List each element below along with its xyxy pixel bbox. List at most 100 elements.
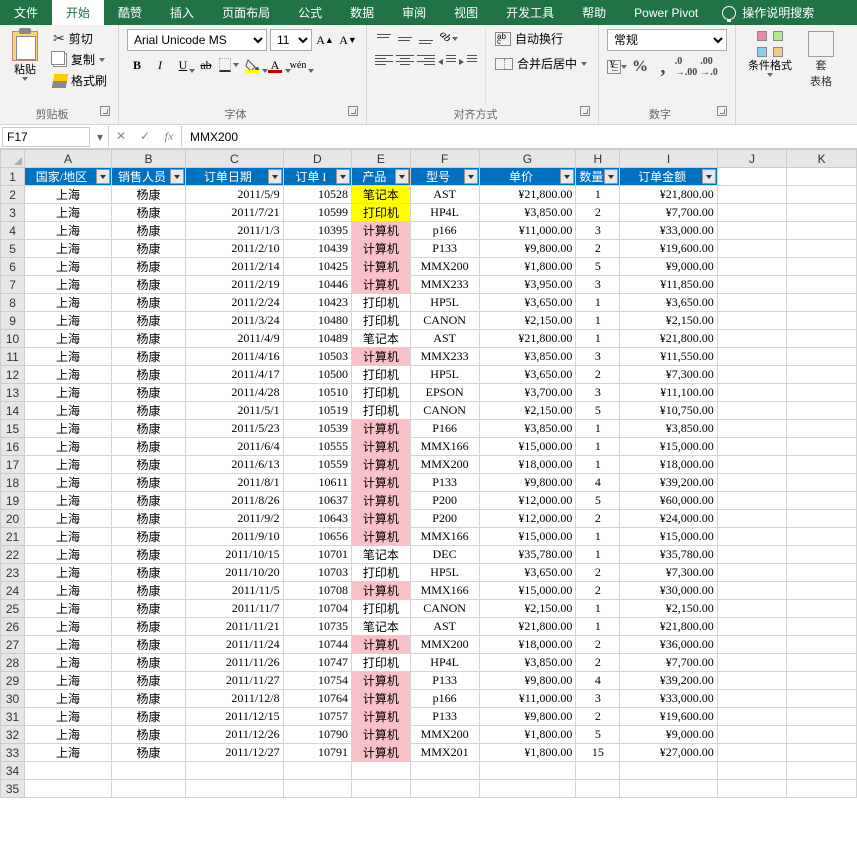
- cell[interactable]: 1: [576, 330, 620, 348]
- cell[interactable]: AST: [410, 330, 479, 348]
- cell[interactable]: 上海: [25, 654, 112, 672]
- row-header-10[interactable]: 10: [1, 330, 25, 348]
- cell[interactable]: ¥33,000.00: [620, 690, 717, 708]
- cell[interactable]: [352, 780, 411, 798]
- cell[interactable]: 10519: [283, 402, 351, 420]
- cell[interactable]: ¥21,800.00: [620, 186, 717, 204]
- cell[interactable]: 计算机: [352, 528, 411, 546]
- cell[interactable]: 2011/7/21: [186, 204, 283, 222]
- cut-button[interactable]: 剪切: [50, 29, 110, 48]
- cell[interactable]: 杨康: [111, 474, 185, 492]
- cell[interactable]: 2: [576, 708, 620, 726]
- align-bottom-button[interactable]: [417, 32, 435, 46]
- cell[interactable]: ¥2,150.00: [479, 600, 576, 618]
- cell[interactable]: 2011/5/1: [186, 402, 283, 420]
- cell[interactable]: ¥3,700.00: [479, 384, 576, 402]
- cell[interactable]: 杨康: [111, 618, 185, 636]
- font-color-button[interactable]: A: [265, 55, 285, 75]
- cell[interactable]: 10754: [283, 672, 351, 690]
- cell[interactable]: 3: [576, 690, 620, 708]
- cell[interactable]: 杨康: [111, 366, 185, 384]
- row-header-28[interactable]: 28: [1, 654, 25, 672]
- cell[interactable]: [410, 780, 479, 798]
- cell[interactable]: MMX200: [410, 258, 479, 276]
- cell[interactable]: 1: [576, 456, 620, 474]
- cell[interactable]: [717, 582, 786, 600]
- cell[interactable]: 10747: [283, 654, 351, 672]
- cell[interactable]: [787, 564, 857, 582]
- cell[interactable]: [717, 708, 786, 726]
- cell[interactable]: 10656: [283, 528, 351, 546]
- col-header-J[interactable]: J: [717, 150, 786, 168]
- row-header-7[interactable]: 7: [1, 276, 25, 294]
- col-header-A[interactable]: A: [25, 150, 112, 168]
- cell[interactable]: ¥24,000.00: [620, 510, 717, 528]
- cell[interactable]: 杨康: [111, 510, 185, 528]
- cell[interactable]: 上海: [25, 528, 112, 546]
- cell[interactable]: MMX166: [410, 582, 479, 600]
- cell[interactable]: MMX200: [410, 726, 479, 744]
- cell[interactable]: CANON: [410, 312, 479, 330]
- cell[interactable]: ¥3,650.00: [479, 564, 576, 582]
- tab-insert[interactable]: 插入: [156, 0, 208, 25]
- row-header-27[interactable]: 27: [1, 636, 25, 654]
- cell[interactable]: 2011/5/9: [186, 186, 283, 204]
- cell[interactable]: 计算机: [352, 582, 411, 600]
- cell[interactable]: ¥39,200.00: [620, 672, 717, 690]
- cell[interactable]: 上海: [25, 636, 112, 654]
- row-header-33[interactable]: 33: [1, 744, 25, 762]
- cell[interactable]: 5: [576, 726, 620, 744]
- cell[interactable]: [787, 222, 857, 240]
- cell[interactable]: 笔记本: [352, 618, 411, 636]
- cell[interactable]: 杨康: [111, 492, 185, 510]
- cell[interactable]: 杨康: [111, 330, 185, 348]
- cell[interactable]: 杨康: [111, 402, 185, 420]
- font-name-select[interactable]: Arial Unicode MS: [127, 29, 267, 51]
- cell[interactable]: ¥10,750.00: [620, 402, 717, 420]
- cell[interactable]: [787, 510, 857, 528]
- cell[interactable]: 杨康: [111, 276, 185, 294]
- col-header-G[interactable]: G: [479, 150, 576, 168]
- cell[interactable]: ¥9,800.00: [479, 240, 576, 258]
- underline-button[interactable]: U: [173, 55, 193, 75]
- cell[interactable]: [479, 780, 576, 798]
- row-header-17[interactable]: 17: [1, 456, 25, 474]
- tab-pagelayout[interactable]: 页面布局: [208, 0, 284, 25]
- cell[interactable]: ¥7,700.00: [620, 204, 717, 222]
- cell[interactable]: [186, 762, 283, 780]
- cell[interactable]: 上海: [25, 312, 112, 330]
- decrease-decimal-button[interactable]: .00→.0: [699, 57, 719, 77]
- row-header-18[interactable]: 18: [1, 474, 25, 492]
- cell[interactable]: [787, 240, 857, 258]
- cell[interactable]: 1: [576, 294, 620, 312]
- row-header-35[interactable]: 35: [1, 780, 25, 798]
- cell[interactable]: [717, 780, 786, 798]
- cell[interactable]: ¥9,800.00: [479, 474, 576, 492]
- cell[interactable]: ¥21,800.00: [479, 330, 576, 348]
- cell[interactable]: 杨康: [111, 222, 185, 240]
- cell[interactable]: 2011/8/1: [186, 474, 283, 492]
- cell[interactable]: [787, 294, 857, 312]
- cell[interactable]: 5: [576, 492, 620, 510]
- cell[interactable]: 2011/2/14: [186, 258, 283, 276]
- cell[interactable]: 10599: [283, 204, 351, 222]
- filter-button[interactable]: [604, 169, 618, 184]
- cell[interactable]: [717, 348, 786, 366]
- row-header-30[interactable]: 30: [1, 690, 25, 708]
- cell[interactable]: CANON: [410, 402, 479, 420]
- tab-file[interactable]: 文件: [0, 0, 52, 25]
- cell[interactable]: [787, 546, 857, 564]
- cell[interactable]: 计算机: [352, 258, 411, 276]
- cell[interactable]: 10439: [283, 240, 351, 258]
- cell[interactable]: 10708: [283, 582, 351, 600]
- cell[interactable]: [787, 528, 857, 546]
- row-header-12[interactable]: 12: [1, 366, 25, 384]
- cell[interactable]: [787, 780, 857, 798]
- cell[interactable]: 2011/11/5: [186, 582, 283, 600]
- cell[interactable]: ¥30,000.00: [620, 582, 717, 600]
- cell[interactable]: [283, 762, 351, 780]
- cell[interactable]: [787, 366, 857, 384]
- cell[interactable]: 1: [576, 438, 620, 456]
- name-box[interactable]: [2, 127, 90, 147]
- filter-button[interactable]: [560, 169, 574, 184]
